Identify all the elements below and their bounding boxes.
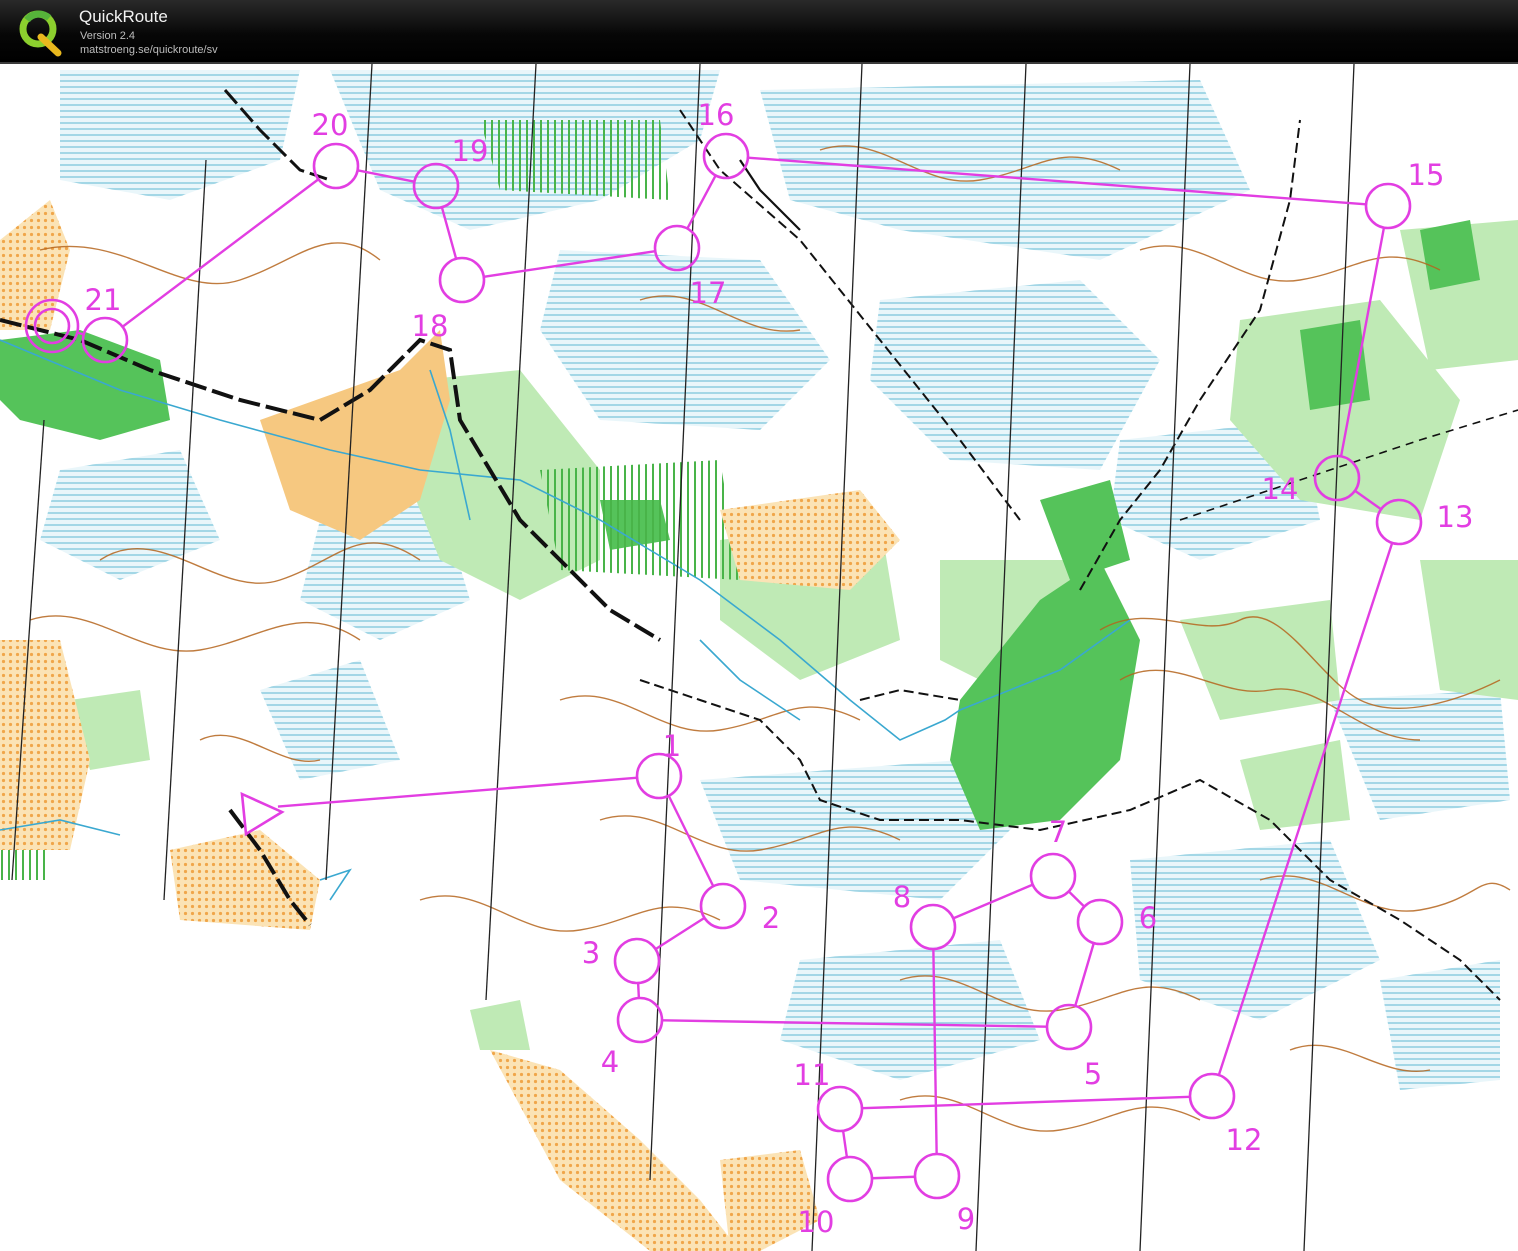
control-number: 6 bbox=[1139, 901, 1157, 935]
control-number: 19 bbox=[452, 134, 489, 168]
control-number: 13 bbox=[1437, 500, 1474, 534]
app-title: QuickRoute bbox=[79, 7, 168, 26]
course-leg bbox=[871, 1175, 916, 1180]
control-number: 5 bbox=[1084, 1057, 1102, 1091]
control-number: 18 bbox=[412, 309, 449, 343]
control-number: 3 bbox=[582, 936, 600, 970]
course-leg bbox=[636, 982, 641, 999]
control-number: 1 bbox=[663, 729, 681, 763]
app-version: Version 2.4 bbox=[80, 30, 136, 42]
control-number: 7 bbox=[1049, 815, 1067, 849]
control-number: 17 bbox=[690, 276, 727, 310]
control-number: 16 bbox=[698, 98, 735, 132]
control-number: 15 bbox=[1408, 158, 1445, 192]
control-number: 21 bbox=[85, 283, 122, 317]
control-number: 20 bbox=[312, 108, 349, 142]
control-number: 4 bbox=[601, 1045, 619, 1079]
control-number: 11 bbox=[794, 1058, 831, 1092]
control-number: 10 bbox=[798, 1205, 835, 1239]
quickroute-logo-icon bbox=[19, 10, 62, 57]
app-title-bar: QuickRoute Version 2.4 matstroeng.se/qui… bbox=[0, 0, 1518, 64]
control-number: 14 bbox=[1262, 472, 1299, 506]
control-number: 2 bbox=[762, 901, 780, 935]
orienteering-map[interactable]: 1234 56789101112131415161718192021 bbox=[0, 64, 1518, 1251]
control-number: 9 bbox=[957, 1202, 975, 1236]
app-url: matstroeng.se/quickroute/sv bbox=[80, 44, 218, 56]
control-number: 8 bbox=[893, 880, 911, 914]
control-number: 12 bbox=[1226, 1123, 1263, 1157]
